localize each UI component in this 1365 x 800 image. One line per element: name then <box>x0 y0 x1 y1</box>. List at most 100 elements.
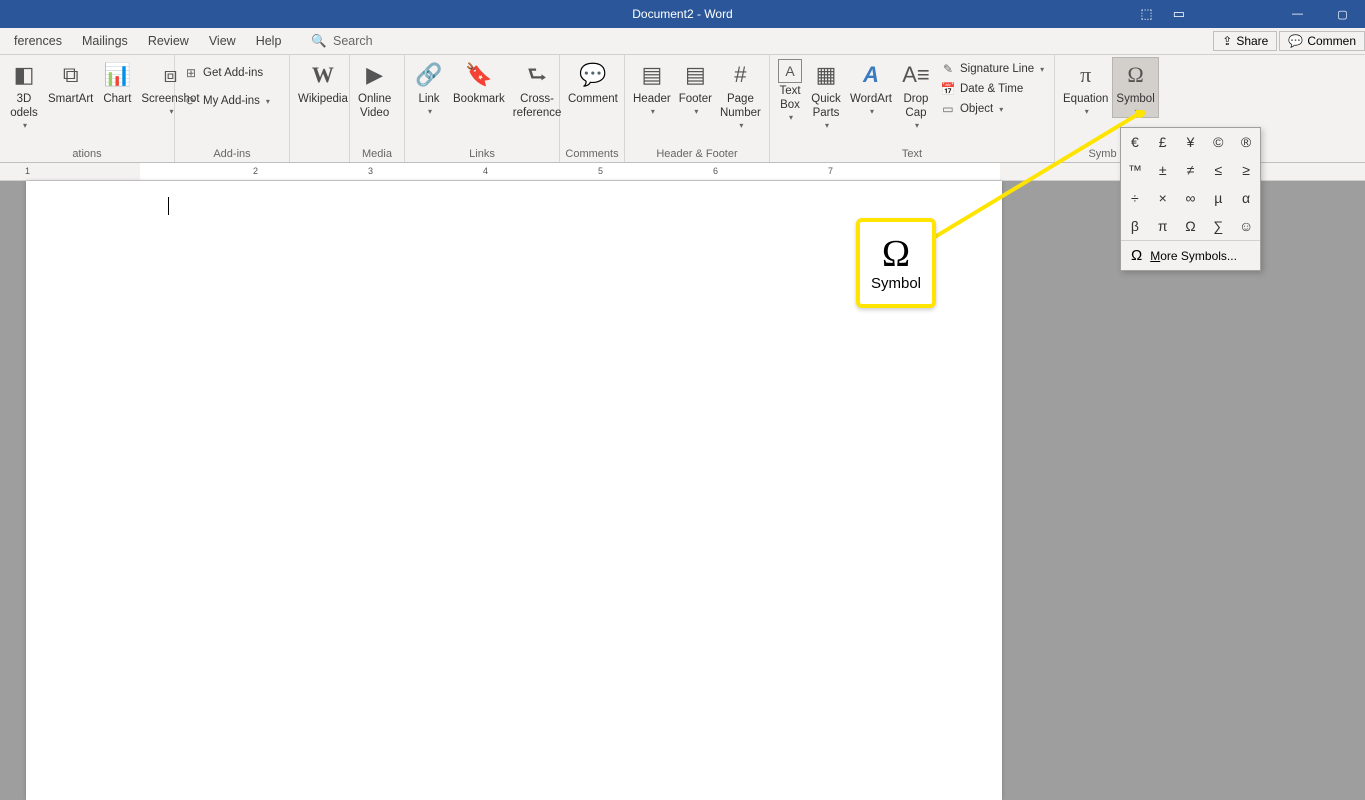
symbol-cell[interactable]: ≥ <box>1232 156 1260 184</box>
equation-button[interactable]: πEquation▾ <box>1059 57 1112 118</box>
symbol-cell[interactable]: ± <box>1149 156 1177 184</box>
signature-icon: ✎ <box>940 61 956 77</box>
more-symbols-label: More Symbols... <box>1150 249 1237 263</box>
wordart-icon: A <box>855 59 887 91</box>
group-label-addins: Add-ins <box>175 146 289 162</box>
my-addins-button[interactable]: ⟳My Add-ins▾ <box>179 91 274 111</box>
cube-icon: ◧ <box>8 59 40 91</box>
quickparts-button[interactable]: ▦Quick Parts▾ <box>806 57 846 132</box>
tab-view[interactable]: View <box>199 28 246 54</box>
comment-bubble-icon: 💬 <box>577 59 609 91</box>
group-label-text: Text <box>770 146 1054 162</box>
symbol-cell[interactable]: × <box>1149 184 1177 212</box>
crossref-icon: ⮑ <box>521 59 553 91</box>
group-label-illustrations: ations <box>0 146 174 162</box>
symbol-dropdown: €£¥©®™±≠≤≥÷×∞µαβπΩ∑☺ Ω More Symbols... <box>1120 127 1261 271</box>
share-icon: ⇪ <box>1222 34 1232 48</box>
symbol-cell[interactable]: π <box>1149 212 1177 240</box>
restore-icon[interactable]: ▭ <box>1173 6 1185 22</box>
smartart-icon: ⧉ <box>55 59 87 91</box>
symbol-cell[interactable]: µ <box>1204 184 1232 212</box>
comment-insert-button[interactable]: 💬Comment <box>564 57 622 109</box>
symbol-cell[interactable]: ∞ <box>1177 184 1205 212</box>
link-icon: 🔗 <box>413 59 445 91</box>
symbol-cell[interactable]: ≤ <box>1204 156 1232 184</box>
bookmark-button[interactable]: 🔖Bookmark <box>449 57 509 109</box>
symbol-cell[interactable]: β <box>1121 212 1149 240</box>
symbol-cell[interactable]: © <box>1204 128 1232 156</box>
ribbon-display-icon[interactable]: ⬚ <box>1140 6 1152 22</box>
smartart-button[interactable]: ⧉SmartArt <box>44 57 97 109</box>
symbol-cell[interactable]: ☺ <box>1232 212 1260 240</box>
symbol-cell[interactable]: € <box>1121 128 1149 156</box>
3dmodels-button[interactable]: ◧3D odels▾ <box>4 57 44 132</box>
ruler-mark: 5 <box>598 166 603 176</box>
group-label-links: Links <box>405 146 559 162</box>
symbol-cell[interactable]: £ <box>1149 128 1177 156</box>
textbox-icon: A <box>778 59 802 83</box>
ruler-page-area <box>140 163 1000 180</box>
signature-line-button[interactable]: ✎Signature Line▾ <box>936 59 1048 79</box>
header-icon: ▤ <box>636 59 668 91</box>
group-label-comments: Comments <box>560 146 624 162</box>
chart-button[interactable]: 📊Chart <box>97 57 137 109</box>
footer-button[interactable]: ▤Footer▾ <box>675 57 716 118</box>
maximize-button[interactable]: ▢ <box>1320 0 1365 28</box>
pagenum-icon: # <box>724 59 756 91</box>
document-area <box>0 181 1365 800</box>
symbol-cell[interactable]: ≠ <box>1177 156 1205 184</box>
ruler-mark: 1 <box>25 166 30 176</box>
ribbon-tabs: ferences Mailings Review View Help 🔍 Sea… <box>0 28 1365 55</box>
symbol-cell[interactable]: Ω <box>1177 212 1205 240</box>
wikipedia-icon: W <box>307 59 339 91</box>
symbol-button[interactable]: ΩSymbol▾ <box>1112 57 1158 118</box>
symbol-cell[interactable]: ∑ <box>1204 212 1232 240</box>
header-button[interactable]: ▤Header▾ <box>629 57 675 118</box>
ruler-mark: 2 <box>253 166 258 176</box>
symbol-cell[interactable]: ¥ <box>1177 128 1205 156</box>
minimize-button[interactable]: — <box>1275 0 1320 28</box>
object-button[interactable]: ▭Object▾ <box>936 99 1048 119</box>
symbol-cell[interactable]: ÷ <box>1121 184 1149 212</box>
date-time-button[interactable]: 📅Date & Time <box>936 79 1048 99</box>
link-button[interactable]: 🔗Link▾ <box>409 57 449 118</box>
store-icon: ⊞ <box>183 65 199 81</box>
more-symbols-button[interactable]: Ω More Symbols... <box>1121 240 1260 270</box>
ruler-mark: 3 <box>368 166 373 176</box>
symbol-cell[interactable]: α <box>1232 184 1260 212</box>
symbol-cell[interactable]: ® <box>1232 128 1260 156</box>
pagenumber-button[interactable]: #Page Number▾ <box>716 57 765 132</box>
symbol-cell[interactable]: ™ <box>1121 156 1149 184</box>
callout-label: Symbol <box>871 275 921 292</box>
video-icon: ▶ <box>359 59 391 91</box>
chart-icon: 📊 <box>101 59 133 91</box>
group-label-media: Media <box>350 146 404 162</box>
bookmark-icon: 🔖 <box>463 59 495 91</box>
comment-button[interactable]: 💬Commen <box>1279 31 1365 51</box>
tab-help[interactable]: Help <box>246 28 292 54</box>
wordart-button[interactable]: AWordArt▾ <box>846 57 896 118</box>
dropcap-icon: A≡ <box>900 59 932 91</box>
share-button[interactable]: ⇪Share <box>1213 31 1277 51</box>
tab-mailings[interactable]: Mailings <box>72 28 138 54</box>
ruler-mark: 7 <box>828 166 833 176</box>
object-icon: ▭ <box>940 101 956 117</box>
dropcap-button[interactable]: A≡Drop Cap▾ <box>896 57 936 132</box>
tab-references[interactable]: ferences <box>4 28 72 54</box>
ruler-mark: 6 <box>713 166 718 176</box>
search-box[interactable]: 🔍 Search <box>311 34 372 49</box>
window-title: Document2 - Word <box>632 7 732 21</box>
title-bar: Document2 - Word ⬚ ▭ — ▢ <box>0 0 1365 28</box>
tab-review[interactable]: Review <box>138 28 199 54</box>
search-icon: 🔍 <box>311 34 327 49</box>
wikipedia-button[interactable]: WWikipedia <box>294 57 352 109</box>
crossref-button[interactable]: ⮑Cross- reference <box>509 57 566 123</box>
get-addins-button[interactable]: ⊞Get Add-ins <box>179 63 274 83</box>
textbox-button[interactable]: AText Box▾ <box>774 57 806 124</box>
quickparts-icon: ▦ <box>810 59 842 91</box>
search-placeholder: Search <box>333 34 373 48</box>
online-video-button[interactable]: ▶Online Video <box>354 57 395 123</box>
comment-icon: 💬 <box>1288 34 1303 48</box>
omega-icon: Ω <box>1131 247 1142 264</box>
group-label-hf: Header & Footer <box>625 146 769 162</box>
